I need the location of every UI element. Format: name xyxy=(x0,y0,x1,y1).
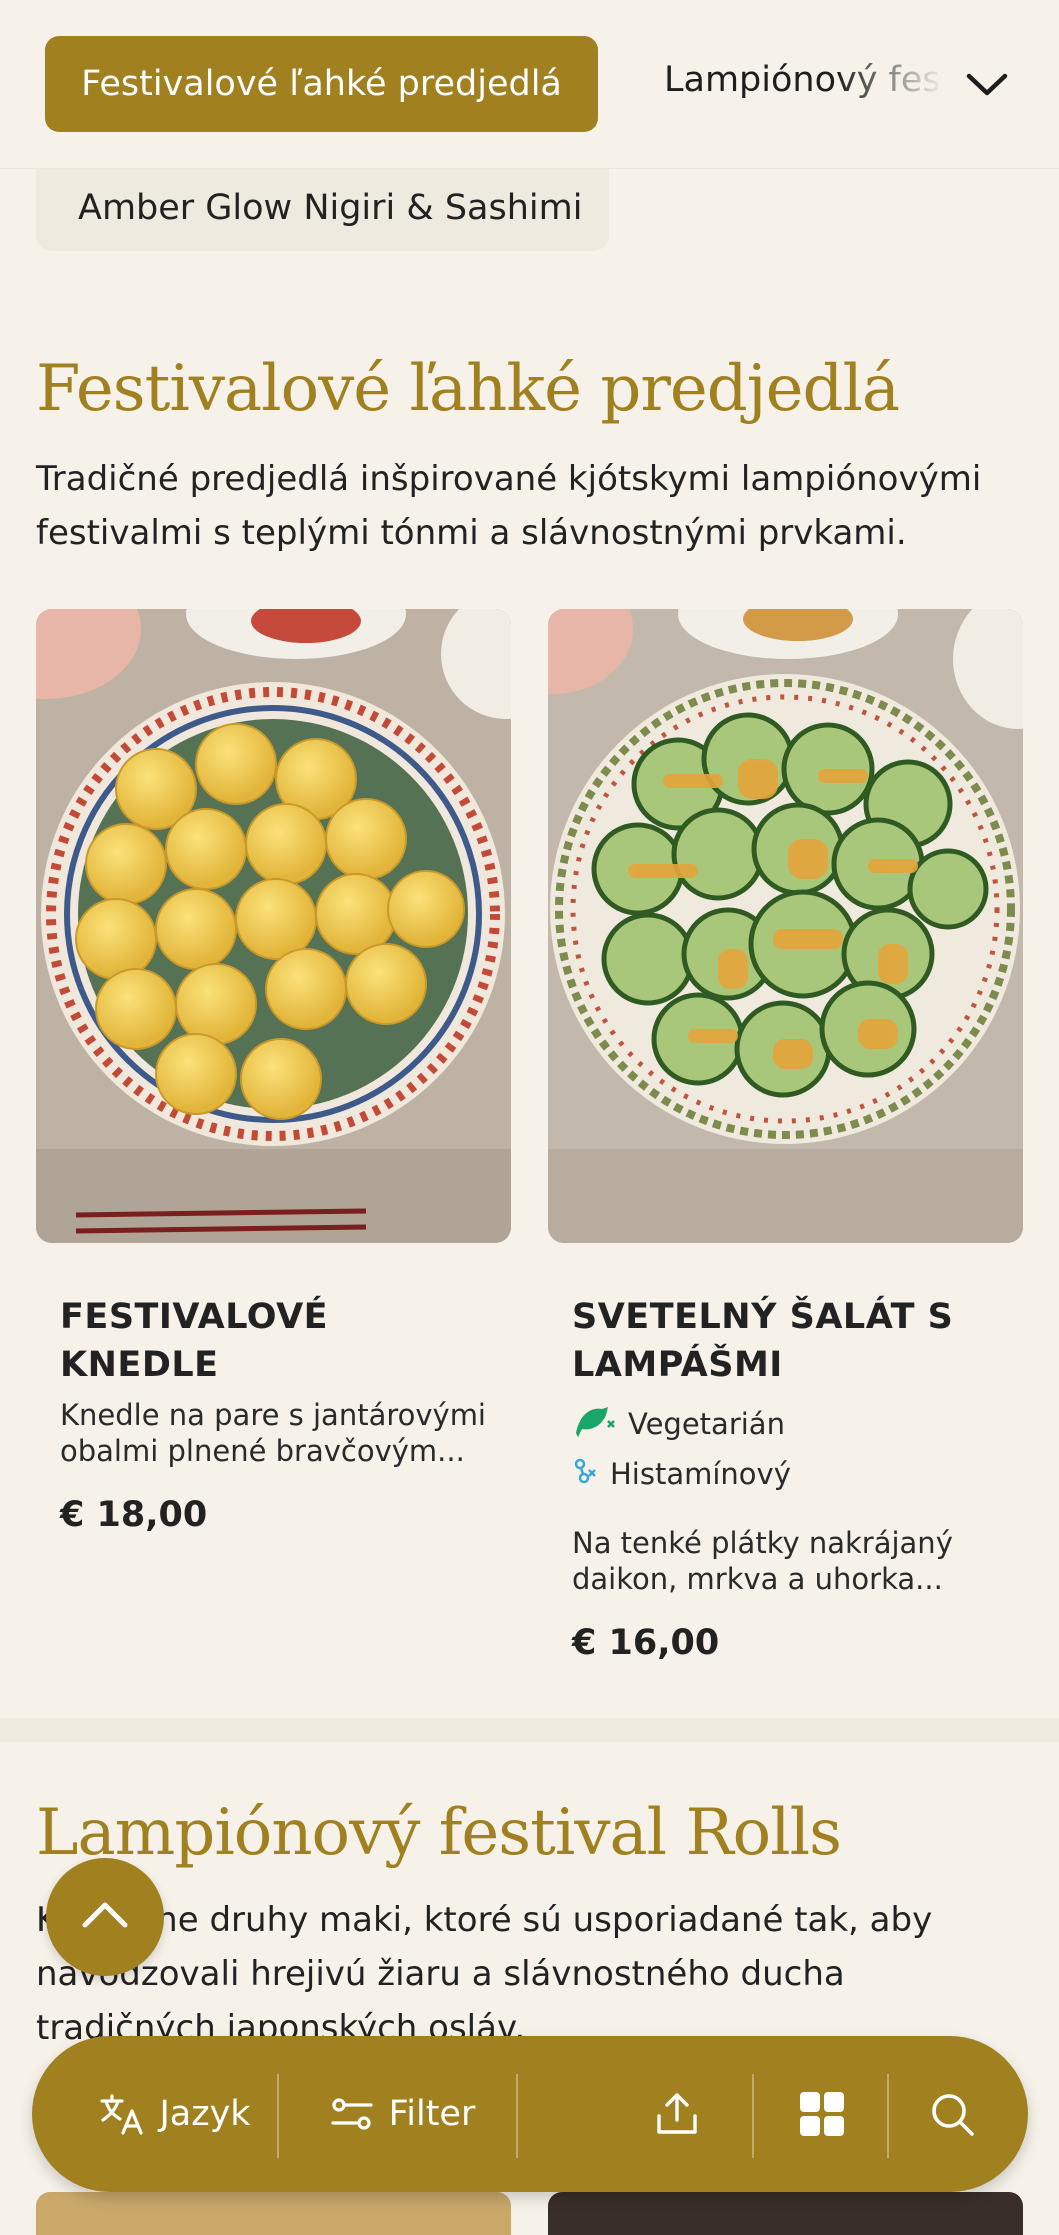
category-pill-nigiri[interactable]: Amber Glow Nigiri & Sashimi xyxy=(36,165,609,251)
chevron-down-icon[interactable] xyxy=(962,60,1012,110)
section-title: Festivalové ľahké predjedlá xyxy=(36,352,900,426)
language-button[interactable]: Jazyk xyxy=(70,2036,280,2192)
dish-photo-salad xyxy=(548,609,1023,1243)
search-icon xyxy=(928,2090,976,2138)
vegetarian-icon xyxy=(572,1403,628,1446)
histamine-icon xyxy=(572,1456,610,1493)
dish-photo xyxy=(548,2192,1023,2235)
tag-label: Vegetarián xyxy=(628,1407,785,1441)
section-divider xyxy=(0,1718,1059,1742)
divider xyxy=(752,2074,754,2158)
tag-histamine: Histamínový xyxy=(572,1449,999,1499)
section-description: Tradičné predjedlá inšpirované kjótskymi… xyxy=(36,459,982,553)
section-title: Lampiónový festival Rolls xyxy=(36,1796,842,1870)
divider xyxy=(516,2074,518,2158)
tab-festival-appetizers[interactable]: Festivalové ľahké predjedlá xyxy=(45,36,598,132)
dish-photo xyxy=(36,2192,511,2235)
dish-description: Na tenké plátky nakrájaný daikon, mrkva … xyxy=(572,1526,953,1596)
grid-icon xyxy=(798,2090,846,2138)
share-icon xyxy=(653,2090,701,2138)
category-nav: Festivalové ľahké predjedlá Lampiónový f… xyxy=(0,0,1059,169)
share-button[interactable] xyxy=(632,2036,722,2192)
translate-icon xyxy=(99,2093,145,2135)
dish-price: € 16,00 xyxy=(572,1623,720,1663)
section-description: Kreatívne druhy maki, ktoré sú usporiada… xyxy=(36,1900,933,2048)
dish-card[interactable]: SVETELNÝ ŠALÁT S LAMPÁŠMI Vegetarián His… xyxy=(548,609,1023,1663)
dish-name: SVETELNÝ ŠALÁT S LAMPÁŠMI xyxy=(572,1297,954,1385)
dish-description: Knedle na pare s jantárovými obalmi plne… xyxy=(60,1398,486,1468)
scroll-top-button[interactable] xyxy=(46,1858,164,1976)
tab-lantern-rolls[interactable]: Lampiónový festival Rolls xyxy=(664,60,944,110)
sliders-icon xyxy=(329,2096,375,2132)
chevron-up-icon xyxy=(80,1899,130,1935)
dish-price: € 18,00 xyxy=(60,1495,208,1535)
bottom-action-bar: Jazyk Filter xyxy=(32,2036,1028,2192)
language-label: Jazyk xyxy=(159,2094,251,2134)
dish-photo-dumplings xyxy=(36,609,511,1243)
divider xyxy=(887,2074,889,2158)
dish-name: FESTIVALOVÉ KNEDLE xyxy=(60,1297,329,1385)
search-button[interactable] xyxy=(902,2036,1002,2192)
grid-view-button[interactable] xyxy=(772,2036,872,2192)
tag-label: Histamínový xyxy=(610,1457,791,1491)
dish-card[interactable]: FESTIVALOVÉ KNEDLE Knedle na pare s jant… xyxy=(36,609,511,1535)
filter-button[interactable]: Filter xyxy=(302,2036,502,2192)
divider xyxy=(277,2074,279,2158)
filter-label: Filter xyxy=(388,2094,476,2134)
tag-vegetarian: Vegetarián xyxy=(572,1399,999,1449)
